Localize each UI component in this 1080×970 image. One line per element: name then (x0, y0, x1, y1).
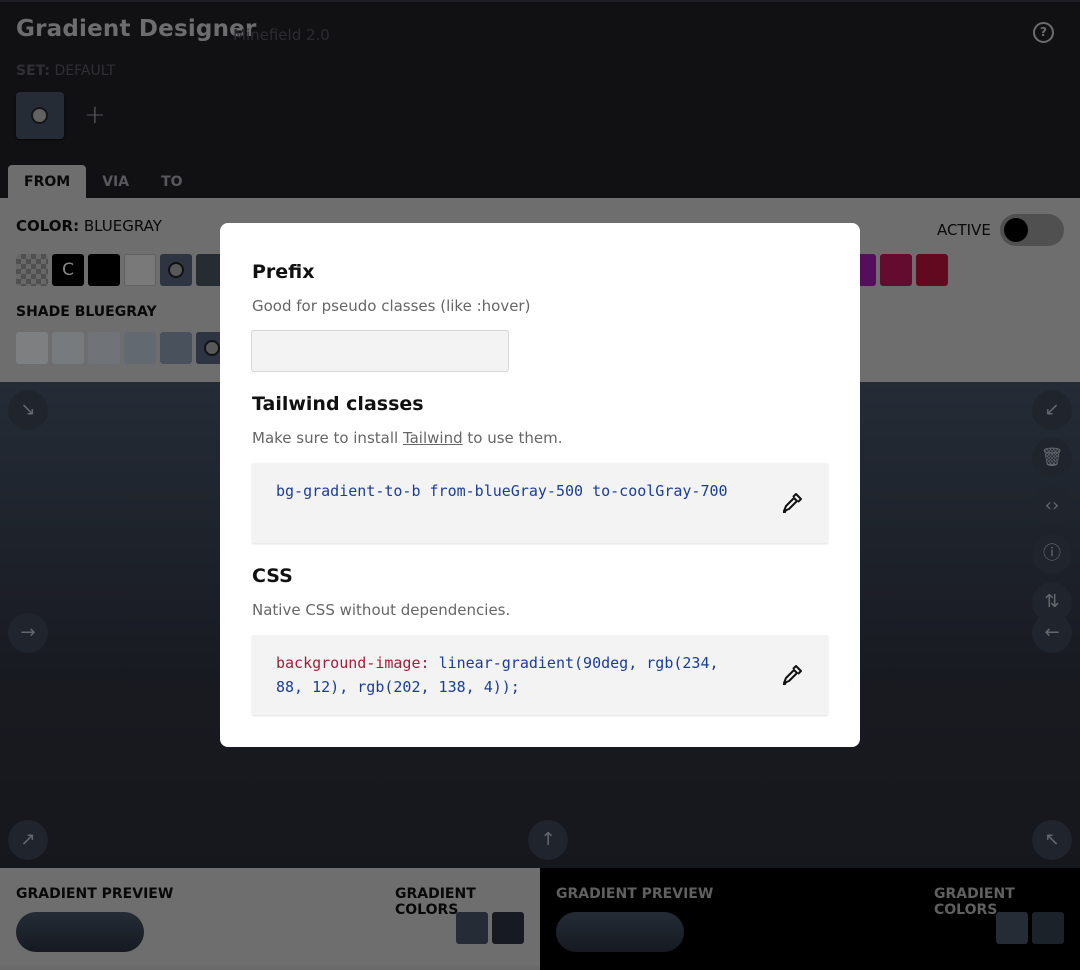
tailwind-desc-before: Make sure to install (252, 429, 403, 447)
css-property: background-image: (276, 654, 430, 672)
copy-marker-icon[interactable] (780, 663, 804, 687)
css-description: Native CSS without dependencies. (252, 601, 511, 619)
css-code: background-image: linear-gradient(90deg,… (276, 651, 746, 699)
copy-marker-icon[interactable] (780, 491, 804, 515)
prefix-input[interactable] (251, 330, 509, 372)
prefix-title: Prefix (252, 261, 315, 283)
css-title: CSS (252, 565, 293, 587)
tailwind-desc-after: to use them. (462, 429, 563, 447)
prefix-description: Good for pseudo classes (like :hover) (252, 297, 531, 315)
code-modal: Prefix Good for pseudo classes (like :ho… (220, 223, 860, 747)
css-code-box: background-image: linear-gradient(90deg,… (252, 635, 828, 715)
tailwind-title: Tailwind classes (252, 393, 424, 415)
tailwind-code-box: bg-gradient-to-b from-blueGray-500 to-co… (252, 463, 828, 543)
tailwind-link[interactable]: Tailwind (403, 429, 463, 447)
tailwind-description: Make sure to install Tailwind to use the… (252, 429, 563, 447)
tailwind-code: bg-gradient-to-b from-blueGray-500 to-co… (276, 482, 728, 500)
